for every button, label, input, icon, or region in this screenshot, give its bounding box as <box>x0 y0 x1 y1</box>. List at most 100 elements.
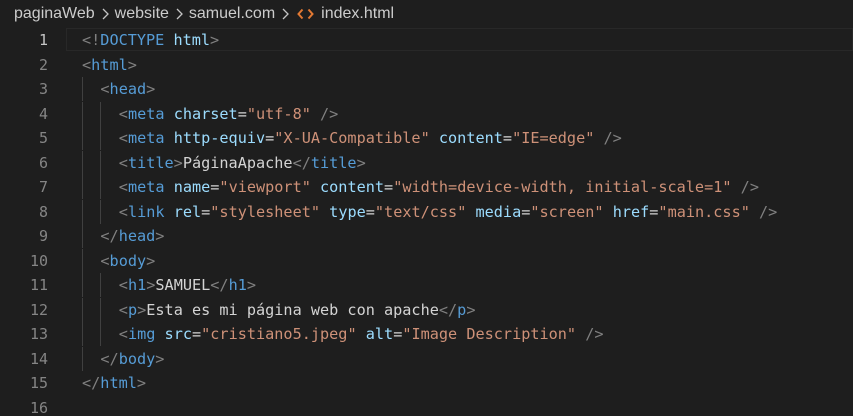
indent-guide <box>82 126 83 150</box>
line-number: 13 <box>29 325 48 343</box>
code-token-eq: = <box>365 202 375 221</box>
code-token-str: "screen" <box>530 202 604 221</box>
breadcrumb-item-website[interactable]: website <box>115 5 169 23</box>
code-text: <link rel="stylesheet" type="text/css" m… <box>119 200 778 224</box>
code-editor-window: paginaWeb website samuel.com index.html … <box>0 0 853 416</box>
code-token-str: "width=device-width, initial-scale=1" <box>393 178 732 196</box>
code-line[interactable]: 12 <p>Esta es mi página web con apache</p… <box>0 297 853 322</box>
code-token-bracket: /> <box>585 325 604 343</box>
code-token-bracket: > <box>155 349 165 368</box>
code-token-str: "main.css" <box>658 202 750 221</box>
code-line[interactable]: 10 <body> <box>0 248 853 273</box>
code-token-attr: content <box>320 178 385 196</box>
code-token-str: "stylesheet" <box>210 202 321 221</box>
code-token-attr: charset <box>173 104 238 123</box>
code-token-str: "X-UA-Compatible" <box>274 129 430 147</box>
indent-guide <box>100 297 102 322</box>
code-line[interactable]: 4 <meta charset="utf-8" /> <box>0 101 853 126</box>
breadcrumb-item-index-html[interactable]: index.html <box>321 5 394 23</box>
code-token-tag: p <box>127 300 138 319</box>
indent-guide <box>82 224 83 248</box>
code-token-str: "text/css" <box>374 202 467 221</box>
indent-guide <box>82 150 83 175</box>
indent-guide <box>82 322 83 346</box>
code-line[interactable]: 8 <link rel="stylesheet" type="text/css" … <box>0 199 853 224</box>
code-token-bracket: > <box>210 31 220 49</box>
code-token-tag: html <box>91 55 128 74</box>
code-token-bracket: > <box>155 227 165 245</box>
code-token-bracket: < <box>118 153 128 172</box>
indent-guide <box>100 175 102 199</box>
code-line[interactable]: 14 </body> <box>0 346 853 371</box>
chevron-right-icon <box>281 7 290 21</box>
code-token-bracket: > <box>173 153 183 172</box>
line-number: 9 <box>38 227 48 245</box>
indent-guide <box>100 199 102 224</box>
code-token-tag: h1 <box>228 276 247 294</box>
code-token-str: "Image Description" <box>402 325 577 343</box>
code-token-str: "cristiano5.jpeg" <box>201 325 357 343</box>
line-number: 11 <box>29 276 48 294</box>
code-line[interactable]: 7 <meta name="viewport" content="width=de… <box>0 175 853 199</box>
code-line[interactable]: 16 <box>0 396 853 416</box>
code-token-attr: html <box>173 31 211 49</box>
indent-guide <box>82 101 83 126</box>
code-token-attr: alt <box>365 325 394 343</box>
code-line[interactable]: 15 </html> <box>0 371 853 395</box>
code-token-bracket: < <box>118 104 128 123</box>
code-token-eq: = <box>502 129 513 147</box>
code-token-tag: p <box>457 300 467 319</box>
breadcrumb-item-paginaweb[interactable]: paginaWeb <box>14 5 95 23</box>
code-token-attr: href <box>612 202 650 221</box>
code-token-bracket: < <box>100 80 110 98</box>
indent-guide <box>100 150 102 175</box>
line-number: 14 <box>29 349 48 368</box>
code-line[interactable]: 3 <head> <box>0 77 853 101</box>
code-token-tag: head <box>118 227 156 245</box>
code-token-bracket: /> <box>320 104 339 123</box>
code-text: <html> <box>82 53 137 77</box>
line-number: 1 <box>38 31 48 49</box>
code-token-eq: = <box>201 202 211 221</box>
code-line[interactable]: 13 <img src="cristiano5.jpeg" alt="Image … <box>0 322 853 346</box>
code-token-bracket: </ <box>82 374 101 392</box>
code-token-bracket: </ <box>210 276 229 294</box>
indent-guide <box>82 346 83 371</box>
code-line[interactable]: 11 <h1>SAMUEL</h1> <box>0 273 853 297</box>
code-editor[interactable]: 1 <!DOCTYPE html> 2 <html> 3 <head> 4 <meta cha… <box>0 28 853 416</box>
code-token-bracket: < <box>118 129 128 147</box>
code-token-eq: = <box>521 202 531 221</box>
code-token-tag: link <box>127 202 165 221</box>
code-token-tag: h1 <box>127 276 147 294</box>
code-text: <title>PáginaApache</title> <box>119 151 366 175</box>
code-line[interactable]: 1 <!DOCTYPE html> <box>0 28 853 52</box>
indent-guide <box>82 297 83 322</box>
indent-guide <box>100 101 102 126</box>
code-line[interactable]: 9 </head> <box>0 224 853 248</box>
breadcrumb-item-samuel-com[interactable]: samuel.com <box>189 5 275 23</box>
code-token-bracket: > <box>356 153 366 172</box>
code-token-bracket: /> <box>740 178 759 196</box>
code-token-bracket: /> <box>759 202 778 221</box>
indent-guide <box>82 77 83 101</box>
code-token-eq: = <box>384 178 394 196</box>
indent-guide <box>82 175 83 199</box>
code-text: <!DOCTYPE html> <box>82 28 219 52</box>
code-line[interactable]: 2 <html> <box>0 53 853 77</box>
code-text: <h1>SAMUEL</h1> <box>119 273 256 297</box>
code-line[interactable]: 5 <meta http-equiv="X-UA-Compatible" cont… <box>0 126 853 150</box>
indent-guide <box>82 248 83 273</box>
code-token-bracket: > <box>127 55 137 74</box>
code-line[interactable]: 6 <title>PáginaApache</title> <box>0 150 853 175</box>
code-token-tag: head <box>109 80 147 98</box>
